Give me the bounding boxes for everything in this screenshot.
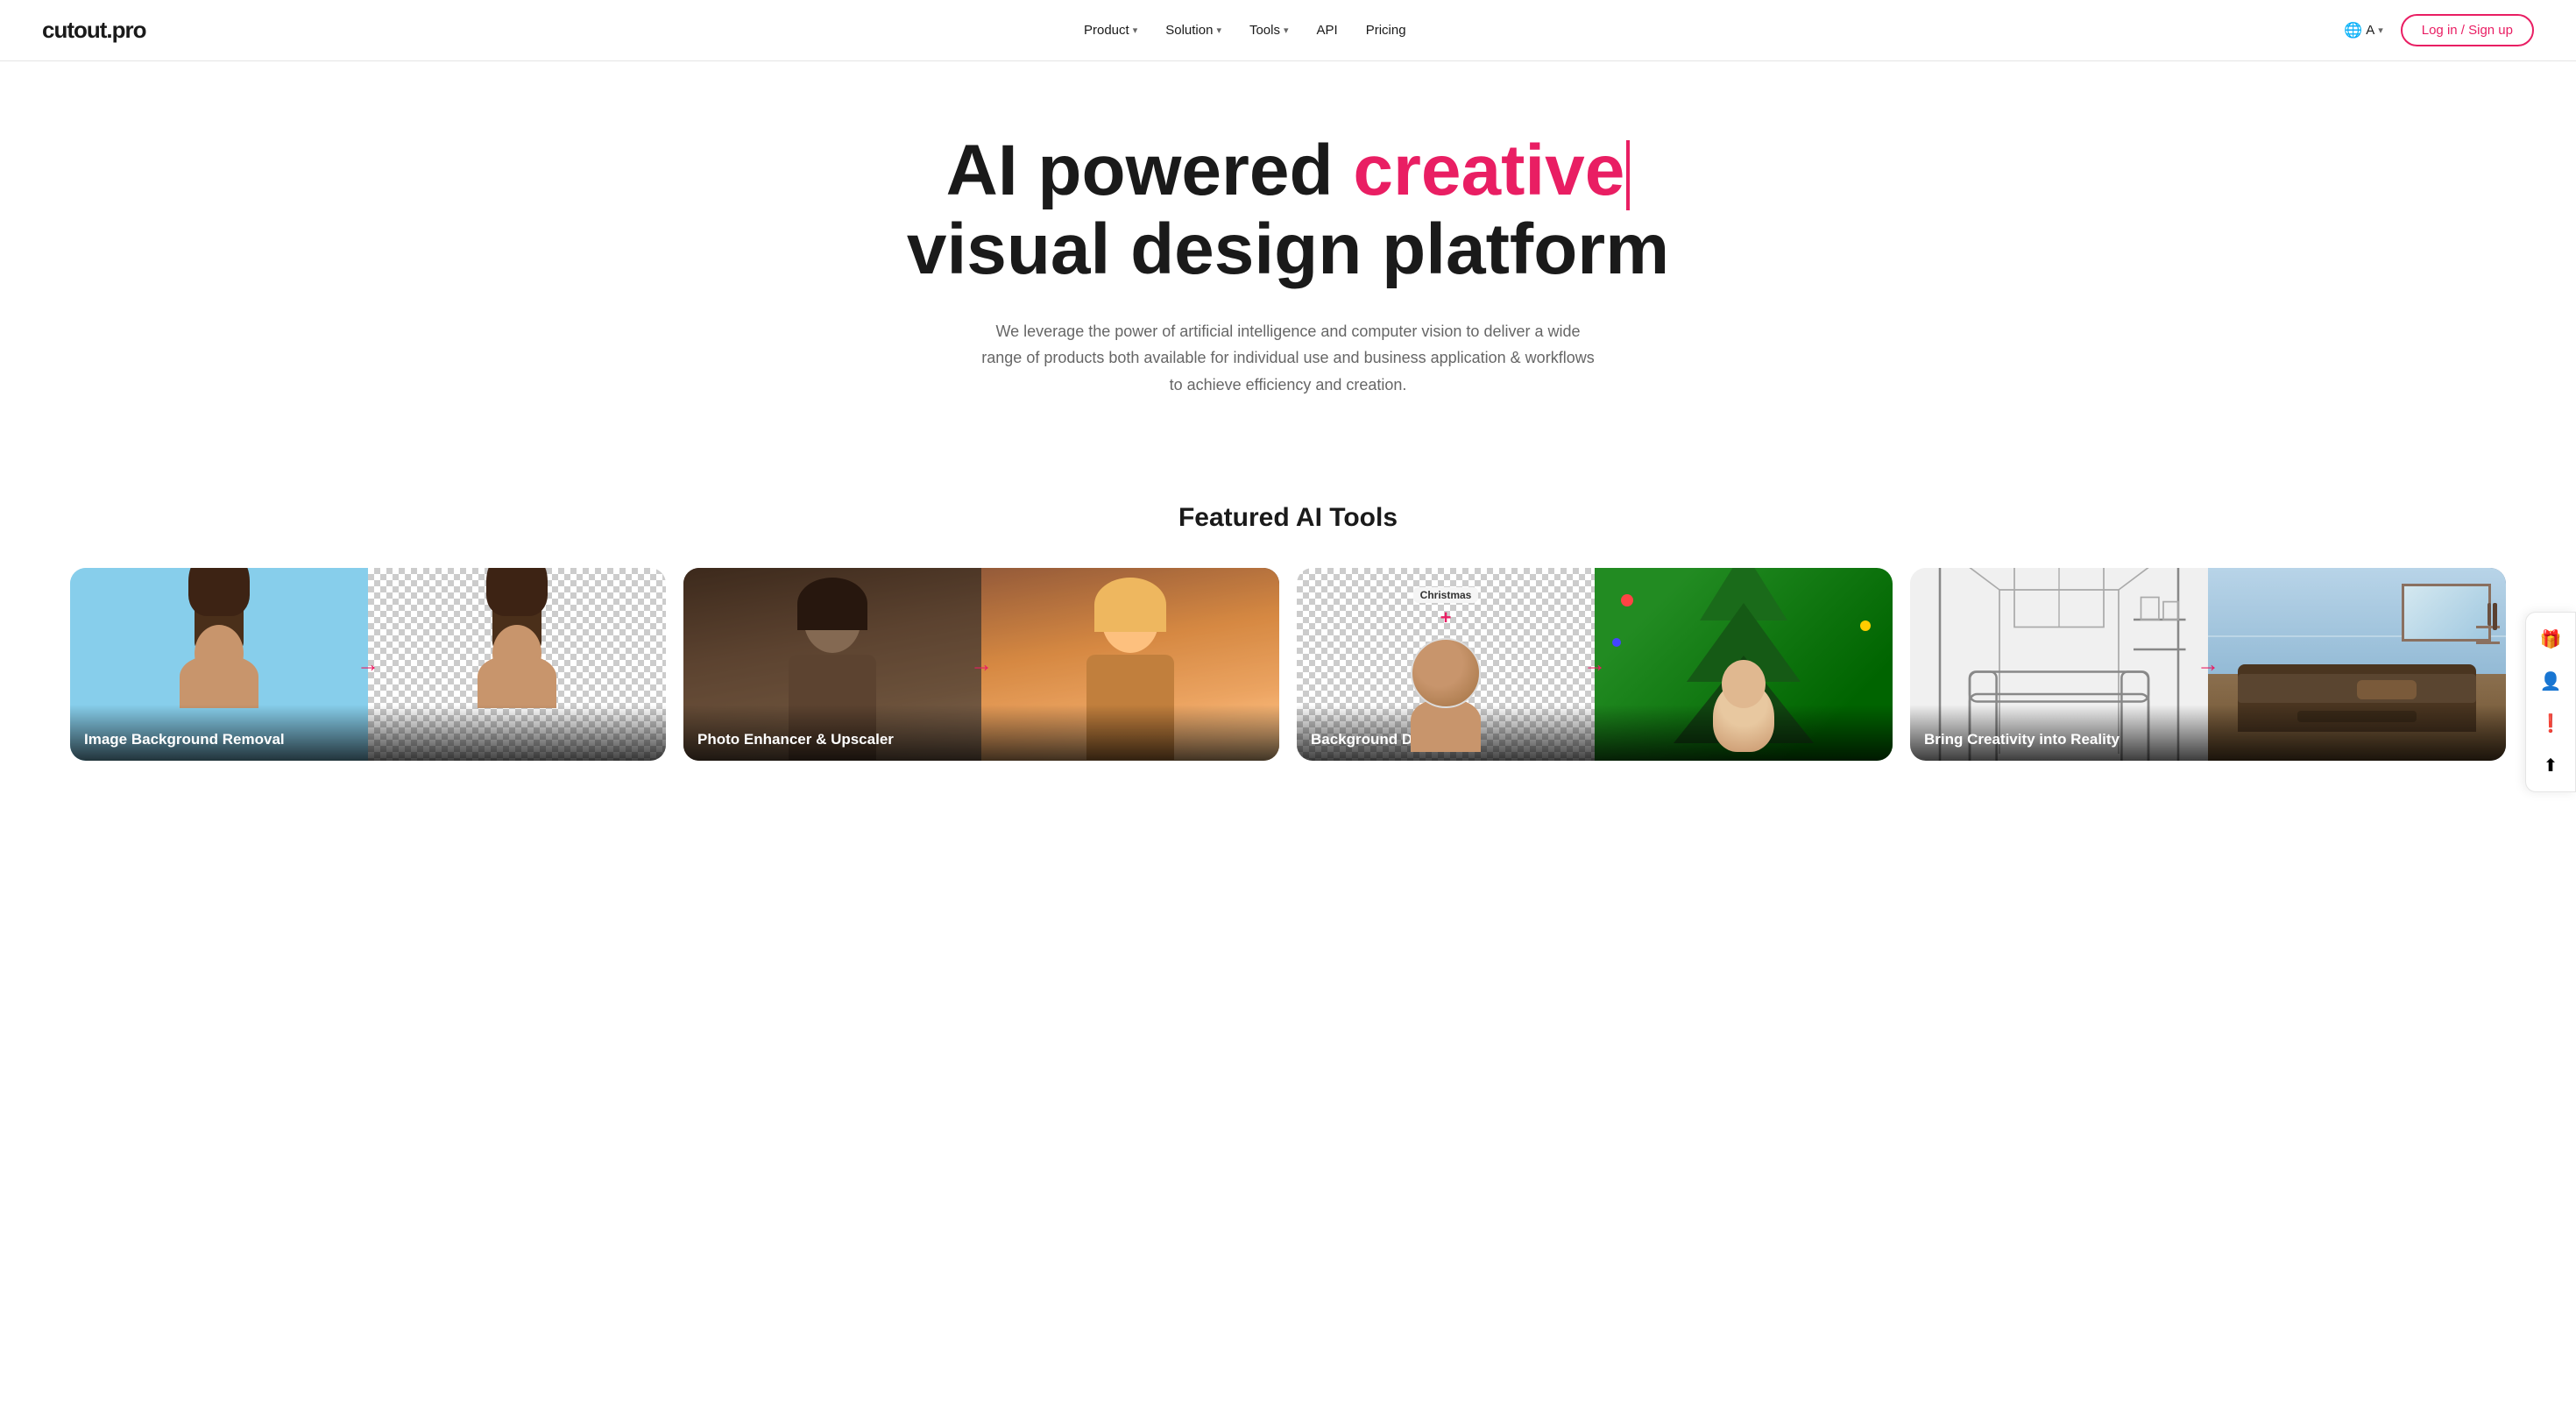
nav-pricing[interactable]: Pricing	[1366, 23, 1406, 38]
arrow-right-icon: →	[970, 651, 993, 678]
nav-solution[interactable]: Solution ▾	[1165, 23, 1221, 38]
tools-grid: → Image Background Removal	[0, 568, 2576, 813]
nav-right: 🌐 A ▾ Log in / Sign up	[2344, 14, 2534, 46]
chevron-down-icon: ▾	[2378, 25, 2383, 36]
logo[interactable]: cutout.pro	[42, 17, 146, 44]
hero-title-suffix: visual design platform	[907, 209, 1669, 289]
hero-title: AI powered creative visual design platfo…	[35, 131, 2541, 290]
alert-button[interactable]: ❗	[2531, 704, 2570, 742]
tool-label-bg-removal: Image Background Removal	[70, 705, 666, 761]
login-button[interactable]: Log in / Sign up	[2401, 14, 2534, 46]
chevron-down-icon: ▾	[1284, 25, 1289, 36]
tool-card-photo-enhancer[interactable]: → Photo Enhancer & Upscaler	[683, 568, 1279, 761]
arrow-right-icon: →	[1583, 651, 1606, 678]
tool-label-creativity: Bring Creativity into Reality	[1910, 705, 2506, 761]
sidebar-panel: 🎁 👤 ❗ ⬆	[2525, 612, 2576, 792]
arrow-right-icon: →	[2197, 651, 2219, 678]
hero-title-highlight: creative	[1353, 131, 1624, 210]
avatar-button[interactable]: 👤	[2531, 662, 2570, 700]
arrow-right-icon: →	[357, 651, 379, 678]
tool-label-bg-diffusion: Background Diffusion	[1297, 705, 1893, 761]
language-selector[interactable]: 🌐 A ▾	[2344, 22, 2383, 39]
navbar: cutout.pro Product ▾ Solution ▾ Tools ▾ …	[0, 0, 2576, 61]
lang-label: A	[2366, 23, 2374, 38]
plus-icon: +	[1440, 606, 1452, 629]
nav-product[interactable]: Product ▾	[1084, 23, 1137, 38]
featured-tools-title: Featured AI Tools	[0, 503, 2576, 533]
cursor-blink	[1626, 140, 1630, 210]
featured-tools-section: Featured AI Tools →	[0, 503, 2576, 848]
hero-subtitle: We leverage the power of artificial inte…	[981, 318, 1595, 399]
nav-api[interactable]: API	[1317, 23, 1338, 38]
chevron-down-icon: ▾	[1133, 25, 1138, 36]
translate-icon: 🌐	[2344, 22, 2362, 39]
nav-links: Product ▾ Solution ▾ Tools ▾ API Pricing	[1084, 23, 1406, 38]
hero-section: AI powered creative visual design platfo…	[0, 61, 2576, 503]
christmas-badge: Christmas	[1413, 587, 1479, 603]
tool-label-photo-enhancer: Photo Enhancer & Upscaler	[683, 705, 1279, 761]
tool-card-bg-removal[interactable]: → Image Background Removal	[70, 568, 666, 761]
nav-tools[interactable]: Tools ▾	[1249, 23, 1289, 38]
hero-title-prefix: AI powered	[946, 131, 1354, 210]
tool-card-creativity[interactable]: →	[1910, 568, 2506, 761]
upload-button[interactable]: ⬆	[2531, 746, 2570, 784]
chevron-down-icon: ▾	[1216, 25, 1221, 36]
tool-card-bg-diffusion[interactable]: Christmas + →	[1297, 568, 1893, 761]
gift-button[interactable]: 🎁	[2531, 620, 2570, 658]
